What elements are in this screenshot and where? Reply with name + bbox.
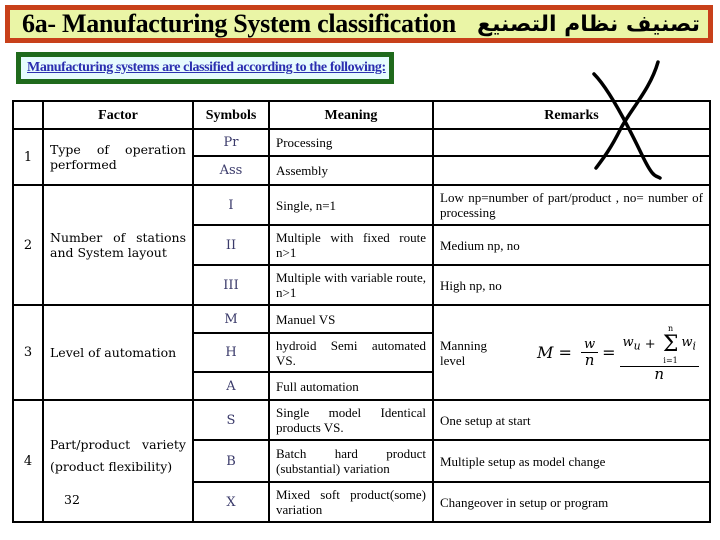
factor-number: 2 <box>12 184 44 306</box>
title-banner: 6a- Manufacturing System classification … <box>5 5 713 43</box>
table-row: 1 Type of operation performed Pr Process… <box>12 128 711 186</box>
factor-cell: Part/product variety (product flexibilit… <box>42 399 194 523</box>
meaning-cell: Mixed soft product(some) variation <box>268 481 434 523</box>
symbol-cell: S <box>192 399 270 441</box>
fraction-denominator: n <box>584 351 595 369</box>
factor-number: 1 <box>12 128 44 186</box>
meaning-cell: Single, n=1 <box>268 184 434 226</box>
meaning-cell: Batch hard product (substantial) variati… <box>268 439 434 483</box>
meaning-cell: Processing <box>268 128 434 157</box>
symbol-cell: III <box>192 264 270 306</box>
formula-equals: = <box>553 343 577 362</box>
symbol-cell: Ass <box>192 155 270 186</box>
table-row: 3 Level of automation M Manuel VS Mannin… <box>12 304 711 401</box>
remark-cell <box>432 128 711 157</box>
header-remarks: Remarks <box>432 100 711 130</box>
header-num <box>12 100 44 130</box>
formula-lhs: M <box>537 343 554 362</box>
factor-label: Number of stations and System layout <box>42 184 194 306</box>
meaning-cell: Multiple with fixed route n>1 <box>268 224 434 266</box>
page-title: 6a- Manufacturing System classification <box>22 9 456 38</box>
formula-fraction-w-over-n: w n <box>580 337 599 369</box>
meaning-cell: Full automation <box>268 371 434 401</box>
symbol-cell: A <box>192 371 270 401</box>
title-inner: 6a- Manufacturing System classification … <box>10 9 708 38</box>
remark-cell <box>432 155 711 186</box>
factor-number: 4 <box>12 399 44 523</box>
table-row: 2 Number of stations and System layout I… <box>12 184 711 306</box>
term-wu: wu <box>622 335 641 353</box>
remark-cell: One setup at start <box>432 399 711 441</box>
page-title-arabic: تصنيف نظام التصنيع <box>477 11 700 37</box>
header-meaning: Meaning <box>268 100 434 130</box>
formula-equals: = <box>602 343 616 362</box>
remark-cell: Multiple setup as model change <box>432 439 711 483</box>
remark-cell: Low np=number of part/product , no= numb… <box>432 184 711 226</box>
remark-cell: High np, no <box>432 264 711 306</box>
meaning-cell: Single model Identical products VS. <box>268 399 434 441</box>
meaning-cell: hydroid Semi automated VS. <box>268 332 434 373</box>
classification-table: Factor Symbols Meaning Remarks 1 Type of… <box>12 100 711 523</box>
subtitle-link[interactable]: Manufacturing systems are classified acc… <box>27 60 386 76</box>
formula-fraction-sum: wu + n Σ i=1 wi n <box>619 323 699 383</box>
table-header-row: Factor Symbols Meaning Remarks <box>12 100 711 130</box>
symbol-cell: H <box>192 332 270 373</box>
factor-number: 3 <box>12 304 44 401</box>
factor-label: Level of automation <box>42 304 194 401</box>
table-row: 4 Part/product variety (product flexibil… <box>12 399 711 523</box>
remark-cell: Changeover in setup or program <box>432 481 711 523</box>
meaning-cell: Assembly <box>268 155 434 186</box>
manning-level-formula: M = w n = wu + n Σ i=1 wi n <box>537 324 703 382</box>
manning-level-label: Manning level <box>440 337 487 368</box>
fraction-denominator: n <box>654 364 665 383</box>
term-wi: wi <box>681 335 696 353</box>
symbol-cell: M <box>192 304 270 334</box>
subtitle-box: Manufacturing systems are classified acc… <box>16 52 394 84</box>
meaning-cell: Manuel VS <box>268 304 434 334</box>
header-symbols: Symbols <box>192 100 270 130</box>
manning-level-block: Manning level M = w n = wu + n Σ i=1 wi … <box>440 324 703 382</box>
symbol-cell: II <box>192 224 270 266</box>
fraction-numerator-sum: wu + n Σ i=1 wi <box>619 323 699 367</box>
symbol-cell: Pr <box>192 128 270 157</box>
factor-label: Type of operation performed <box>42 128 194 186</box>
factor-label: Part/product variety (product flexibilit… <box>50 437 186 474</box>
symbol-cell: B <box>192 439 270 483</box>
meaning-cell: Multiple with variable route, n>1 <box>268 264 434 306</box>
slide-number: 32 <box>64 492 80 507</box>
header-factor: Factor <box>42 100 194 130</box>
remark-cell-manning: Manning level M = w n = wu + n Σ i=1 wi … <box>432 304 711 401</box>
sigma-icon: n Σ i=1 <box>662 323 679 365</box>
symbol-cell: I <box>192 184 270 226</box>
remark-cell: Medium np, no <box>432 224 711 266</box>
symbol-cell: X <box>192 481 270 523</box>
